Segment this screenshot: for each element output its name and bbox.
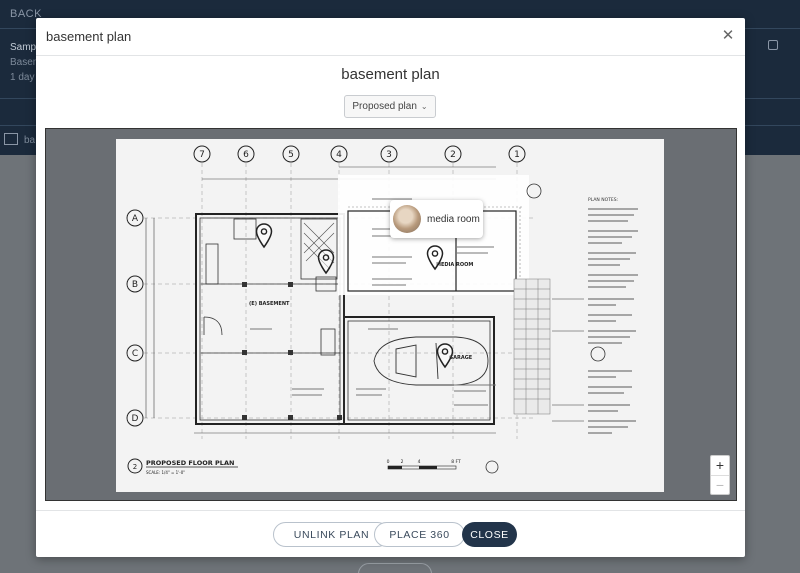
- close-icon[interactable]: ✕: [719, 27, 737, 45]
- svg-text:B: B: [132, 280, 138, 290]
- grid-bubble: 3: [380, 145, 398, 163]
- grid-bubble: C: [126, 344, 144, 362]
- bg-item-title: Samp: [10, 42, 37, 53]
- edit-icon[interactable]: [768, 40, 778, 50]
- modal-header: basement plan: [36, 18, 745, 56]
- grid-bubble: A: [126, 209, 144, 227]
- svg-text:3: 3: [386, 150, 392, 160]
- map-pin-icon[interactable]: [426, 245, 444, 271]
- grid-icon: [4, 133, 18, 145]
- grid-bubble: 6: [237, 145, 255, 163]
- map-pin-icon[interactable]: [436, 343, 454, 369]
- svg-text:5: 5: [288, 150, 294, 160]
- bg-button: [358, 563, 432, 573]
- marker-thumbnail: [393, 205, 421, 233]
- svg-text:7: 7: [199, 150, 205, 160]
- svg-text:1: 1: [514, 150, 520, 160]
- modal-footer: UNLINK PLAN PLACE 360 CLOSE: [36, 510, 745, 557]
- chevron-down-icon: ⌄: [420, 102, 428, 111]
- unlink-plan-button[interactable]: UNLINK PLAN: [273, 522, 390, 547]
- svg-text:2: 2: [450, 150, 456, 160]
- svg-text:C: C: [132, 349, 138, 359]
- svg-text:0: 0: [387, 459, 390, 465]
- bg-item-time: 1 day: [10, 72, 35, 83]
- zoom-in-button[interactable]: +: [711, 456, 729, 475]
- grid-bubble: 1: [508, 145, 526, 163]
- close-button[interactable]: CLOSE: [462, 522, 517, 547]
- sheet-number: 2: [133, 463, 137, 471]
- marker-tooltip-label: media room: [427, 213, 480, 225]
- svg-text:4: 4: [336, 150, 342, 160]
- place-360-button[interactable]: PLACE 360: [374, 522, 465, 547]
- floor-plan-sheet: 7 6 5 4 3 2 1 A B C D (E) BASEMENT MEDIA…: [116, 139, 664, 492]
- marker-tooltip[interactable]: media room: [390, 200, 483, 238]
- svg-text:8 FT: 8 FT: [451, 459, 461, 465]
- sheet-title: PROPOSED FLOOR PLAN: [146, 459, 234, 467]
- plan-modal: basement plan ✕ basement plan Proposed p…: [36, 18, 745, 557]
- sheet-scale: SCALE: 1/4" = 1'-0": [146, 470, 185, 475]
- plan-select[interactable]: Proposed plan ⌄: [344, 95, 436, 118]
- plan-select-value: Proposed plan: [352, 101, 417, 112]
- plan-viewer[interactable]: 7 6 5 4 3 2 1 A B C D (E) BASEMENT MEDIA…: [45, 128, 737, 501]
- modal-title: basement plan: [46, 29, 132, 44]
- grid-bubble: B: [126, 275, 144, 293]
- grid-bubble: 7: [193, 145, 211, 163]
- plan-notes: PLAN NOTES:: [552, 197, 638, 434]
- svg-text:A: A: [132, 214, 139, 224]
- svg-text:PLAN NOTES:: PLAN NOTES:: [588, 197, 618, 203]
- room-label: (E) BASEMENT: [249, 301, 290, 307]
- zoom-controls: + −: [710, 455, 730, 495]
- svg-text:2: 2: [401, 459, 404, 465]
- map-pin-icon[interactable]: [255, 223, 273, 249]
- grid-bubble: 5: [282, 145, 300, 163]
- plan-heading: basement plan: [341, 66, 440, 83]
- floor-plan-drawing: 7 6 5 4 3 2 1 A B C D (E) BASEMENT MEDIA…: [126, 145, 638, 475]
- svg-text:4: 4: [418, 459, 421, 465]
- svg-text:6: 6: [243, 150, 249, 160]
- map-pin-icon[interactable]: [317, 249, 335, 275]
- svg-text:D: D: [132, 414, 139, 424]
- grid-bubble: 4: [330, 145, 348, 163]
- zoom-out-button[interactable]: −: [711, 475, 729, 494]
- bg-plan-label: ba: [24, 135, 36, 146]
- grid-bubble: 2: [444, 145, 462, 163]
- grid-bubble: D: [126, 409, 144, 427]
